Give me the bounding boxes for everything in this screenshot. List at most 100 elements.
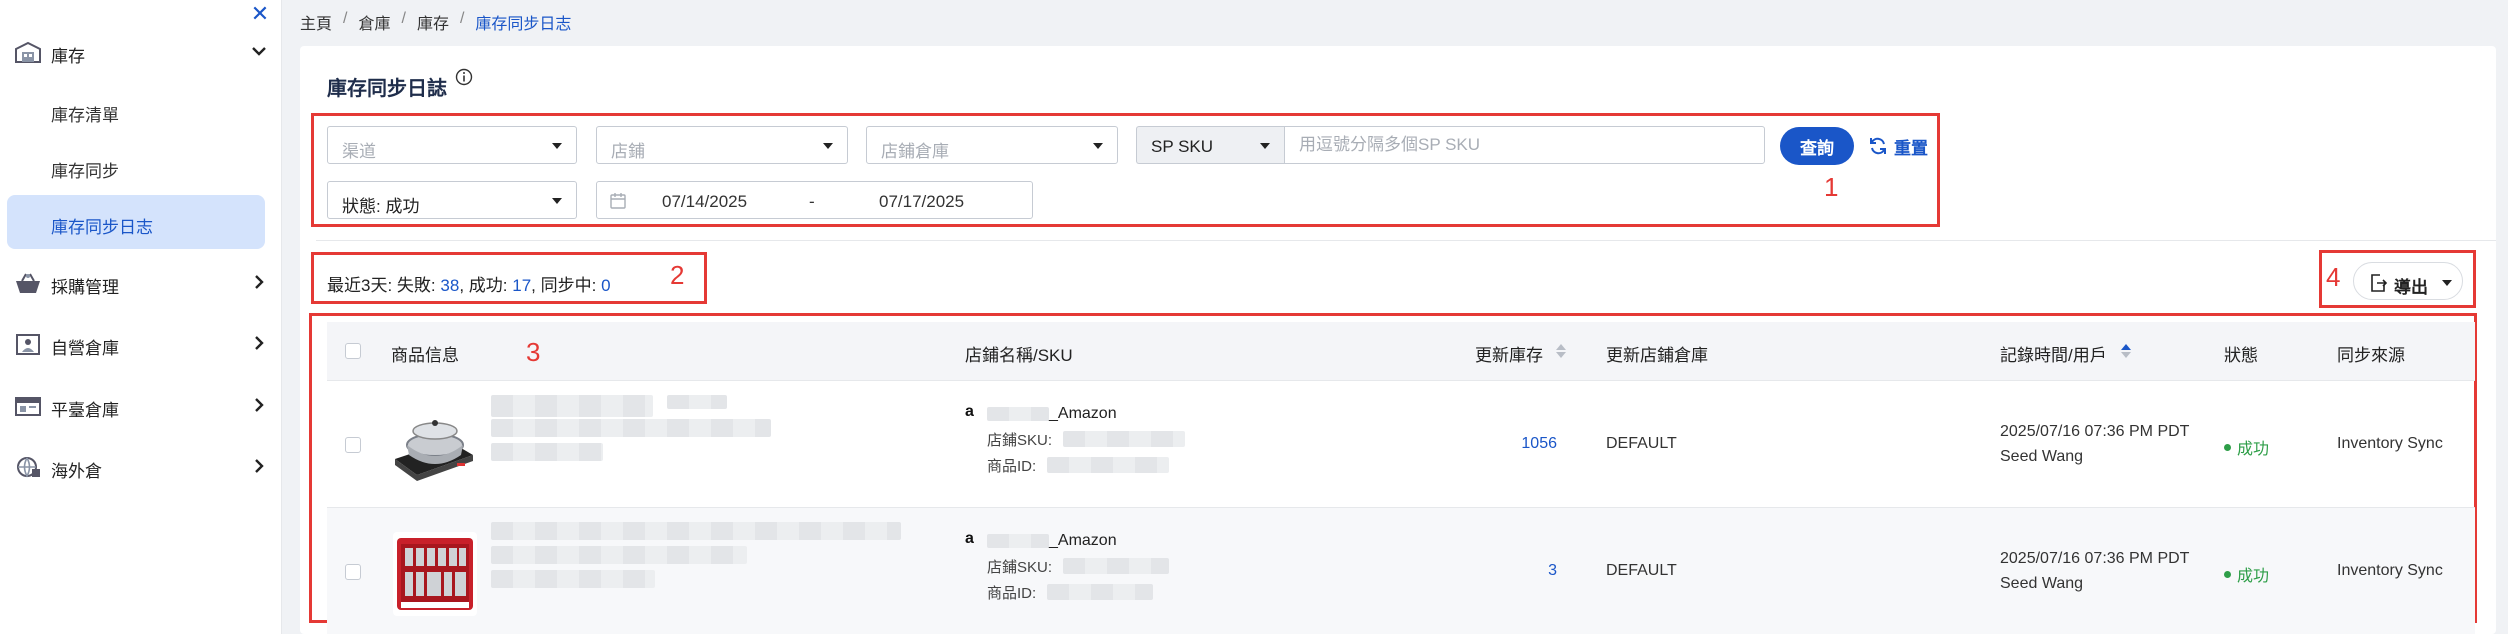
- sidebar-item-label: 庫存同步: [51, 162, 119, 181]
- store-name: _Amazon: [1049, 532, 1117, 549]
- summary-prefix: 最近3天:: [327, 276, 393, 295]
- product-id-label: 商品ID:: [987, 458, 1037, 475]
- store-sku-label: 店鋪SKU:: [987, 432, 1053, 449]
- sku-type-value: SP SKU: [1151, 137, 1214, 156]
- caret-down-icon: [1093, 143, 1103, 149]
- close-icon[interactable]: ✕: [248, 2, 272, 26]
- date-range-picker[interactable]: 07/14/2025 - 07/17/2025: [596, 181, 1033, 219]
- store-select[interactable]: 店鋪: [596, 126, 848, 164]
- sidebar-group-label: 平臺倉庫: [51, 401, 119, 420]
- sidebar-item-label: 庫存同步日志: [51, 218, 153, 237]
- caret-down-icon: [823, 143, 833, 149]
- sidebar-item-inventory-sync-log[interactable]: 庫存同步日志: [7, 195, 265, 249]
- breadcrumb-warehouse[interactable]: 倉庫: [358, 10, 390, 34]
- store-warehouse-select[interactable]: 店鋪倉庫: [866, 126, 1118, 164]
- col-update-stock[interactable]: 更新庫存: [1475, 341, 1543, 366]
- record-user: Seed Wang: [2000, 448, 2084, 465]
- basket-icon: [16, 273, 40, 293]
- store-select-placeholder: 店鋪: [611, 142, 645, 161]
- product-title-redacted: [491, 443, 603, 461]
- breadcrumb-home[interactable]: 主頁: [300, 10, 332, 34]
- sync-source: Inventory Sync: [2337, 435, 2443, 452]
- table-row[interactable]: a _Amazon 店鋪SKU: 商品ID: 3 DEFAULT 2025/07…: [327, 507, 2475, 634]
- info-icon[interactable]: [455, 68, 473, 86]
- summary-fail-count[interactable]: 38: [440, 276, 459, 295]
- sync-summary: 最近3天: 失敗: 38, 成功: 17, 同步中: 0: [327, 276, 611, 295]
- page-title: 庫存同步日誌: [327, 78, 447, 100]
- table-row[interactable]: a _Amazon 店鋪SKU: 商品ID: 1056 DEFAULT 2025…: [327, 380, 2475, 507]
- col-store-sku: 店鋪名稱/SKU: [965, 346, 1073, 365]
- annotation-number: 3: [526, 337, 541, 367]
- sidebar-item-label: 庫存清單: [51, 106, 119, 125]
- status-dot-icon: [2224, 570, 2231, 578]
- breadcrumb-inventory[interactable]: 庫存: [417, 10, 449, 34]
- col-product: 商品信息: [391, 346, 459, 365]
- sort-icon[interactable]: [2120, 342, 2132, 360]
- product-title-redacted: [491, 419, 771, 437]
- summary-syncing-count[interactable]: 0: [601, 276, 610, 295]
- annotation-number: 4: [2326, 262, 2341, 292]
- date-end: 07/17/2025: [879, 192, 965, 211]
- platform-warehouse-icon: [15, 397, 41, 416]
- warehouse-value: DEFAULT: [1606, 562, 1677, 579]
- status-select[interactable]: 狀態: 成功: [327, 181, 577, 219]
- export-button[interactable]: 導出: [2353, 262, 2463, 300]
- store-name: _Amazon: [1049, 405, 1117, 422]
- sidebar-item-inventory-sync[interactable]: 庫存同步: [0, 144, 282, 188]
- sku-search-input[interactable]: [1284, 126, 1765, 164]
- col-update-warehouse: 更新店鋪倉庫: [1606, 346, 1708, 365]
- summary-fail-label: 失敗:: [396, 276, 436, 295]
- caret-down-icon: [552, 198, 562, 204]
- refresh-icon: [1870, 137, 1886, 155]
- sidebar: ✕ 庫存 庫存清單 庫存同步 庫存同步日志 採購管理 自營倉庫 平臺倉庫 海外倉: [0, 0, 282, 634]
- product-title-redacted: [491, 570, 655, 588]
- store-name-redacted: [987, 407, 1049, 421]
- sidebar-group-label: 海外倉: [51, 462, 102, 481]
- calendar-icon: [610, 193, 626, 209]
- channel-select-placeholder: 渠道: [342, 142, 376, 161]
- sidebar-item-inventory-list[interactable]: 庫存清單: [0, 88, 282, 132]
- product-thumbnail[interactable]: [393, 532, 477, 616]
- product-title-redacted: [491, 546, 747, 564]
- product-id-label: 商品ID:: [987, 585, 1037, 602]
- col-status: 狀態: [2224, 346, 2258, 365]
- store-name-redacted: [987, 534, 1049, 548]
- sidebar-group-overseas-warehouse[interactable]: 海外倉: [0, 445, 282, 489]
- sidebar-group-label: 採購管理: [51, 278, 119, 297]
- col-record-time[interactable]: 記錄時間/用戶: [2000, 341, 2107, 366]
- summary-success-count[interactable]: 17: [512, 276, 531, 295]
- caret-down-icon: [1260, 143, 1270, 149]
- amazon-icon: a: [965, 530, 974, 547]
- sidebar-group-inventory[interactable]: 庫存: [0, 30, 282, 74]
- store-sku-redacted: [1063, 558, 1169, 574]
- sync-source: Inventory Sync: [2337, 562, 2443, 579]
- row-checkbox[interactable]: [345, 564, 361, 580]
- store-sku-label: 店鋪SKU:: [987, 559, 1053, 576]
- sidebar-group-self-warehouse[interactable]: 自營倉庫: [0, 322, 282, 366]
- product-thumbnail[interactable]: [387, 397, 479, 489]
- record-time: 2025/07/16 07:36 PM PDT: [2000, 423, 2190, 440]
- export-icon: [2371, 274, 2388, 292]
- select-all-checkbox[interactable]: [345, 343, 361, 359]
- warehouse-icon: [15, 41, 41, 63]
- query-button[interactable]: 查詢: [1780, 127, 1854, 165]
- product-title-redacted: [491, 395, 653, 417]
- annotation-number: 2: [670, 260, 685, 290]
- sort-icon[interactable]: [1555, 342, 1567, 360]
- store-sku-redacted: [1063, 431, 1185, 447]
- divider: [316, 240, 2496, 241]
- channel-select[interactable]: 渠道: [327, 126, 577, 164]
- chevron-down-icon: [252, 47, 266, 56]
- product-title-redacted: [667, 395, 727, 409]
- reset-button[interactable]: 重置: [1868, 131, 1928, 161]
- sidebar-group-platform-warehouse[interactable]: 平臺倉庫: [0, 384, 282, 428]
- update-stock-value[interactable]: 3: [1477, 562, 1557, 580]
- sidebar-group-purchasing[interactable]: 採購管理: [0, 261, 282, 305]
- row-checkbox[interactable]: [345, 437, 361, 453]
- store-warehouse-select-placeholder: 店鋪倉庫: [881, 142, 949, 161]
- sku-type-select[interactable]: SP SKU: [1136, 126, 1284, 164]
- export-button-label: 導出: [2394, 278, 2428, 297]
- status-dot-icon: [2224, 443, 2231, 451]
- table-header: 商品信息 店鋪名稱/SKU 更新庫存 更新店鋪倉庫 記錄時間/用戶 狀態 同步來…: [327, 322, 2475, 380]
- update-stock-value[interactable]: 1056: [1477, 435, 1557, 453]
